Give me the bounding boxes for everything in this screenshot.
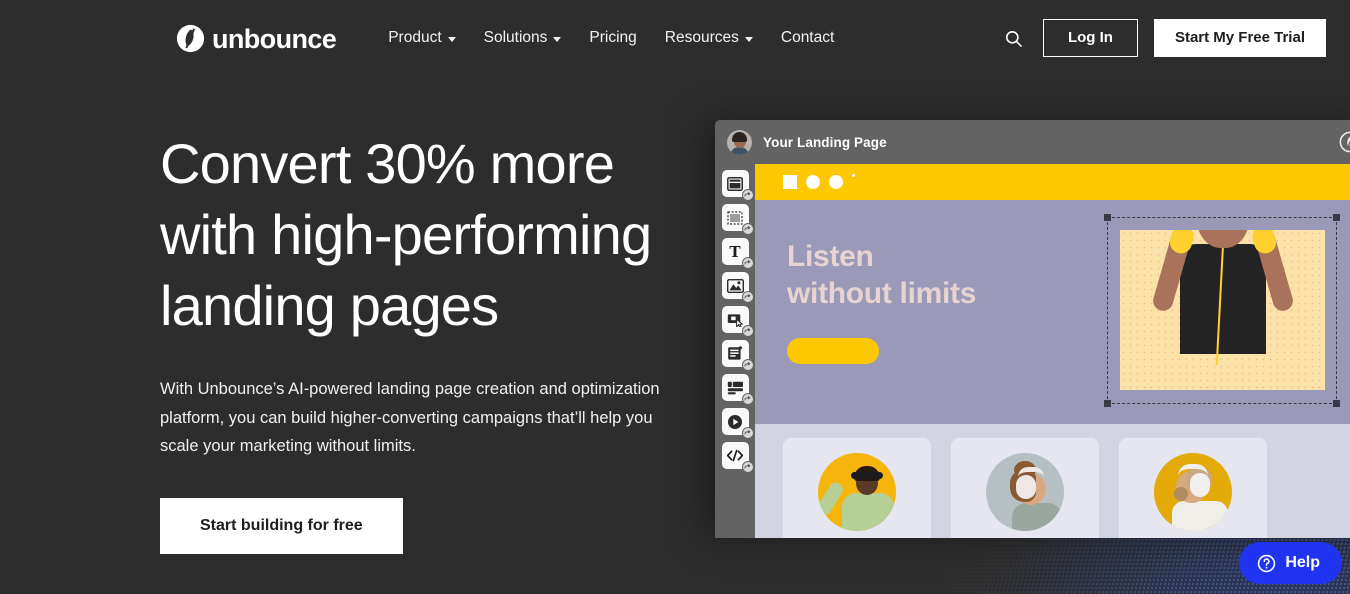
builder-tool-rail: T (715, 164, 755, 538)
image-mountain-icon (726, 278, 744, 293)
nav-item-resources[interactable]: Resources (651, 21, 767, 55)
form-tool[interactable] (721, 340, 754, 371)
unbounce-logo-icon (176, 24, 205, 52)
section-icon (727, 176, 743, 191)
navbar-circle-shape-1 (806, 175, 820, 189)
builder-mockup: Your Landing Page T Listen without limit… (715, 120, 1350, 538)
page-root: unbounce Product Solutions Pricing Resou… (0, 0, 1350, 594)
text-T-icon: T (729, 244, 741, 259)
nav-item-pricing[interactable]: Pricing (575, 21, 650, 55)
search-button[interactable] (1001, 25, 1027, 51)
code-tool[interactable] (721, 442, 754, 473)
hero-section: Convert 30% more with high-performing la… (160, 128, 680, 555)
tool-badge (741, 223, 754, 235)
nav-item-contact[interactable]: Contact (767, 21, 848, 55)
video-play-icon (728, 414, 742, 429)
card-avatar-woman-headphones (986, 453, 1064, 531)
nav-item-product[interactable]: Product (374, 21, 469, 55)
tool-badge (741, 325, 754, 337)
canvas-card-3[interactable] (1119, 438, 1267, 538)
resize-handle-bottom-left[interactable] (1104, 400, 1111, 407)
navbar-circle-shape-2 (829, 175, 843, 189)
login-button[interactable]: Log In (1042, 18, 1138, 58)
button-tool[interactable] (721, 306, 754, 337)
navbar-square-shape (783, 175, 797, 189)
selected-image-element[interactable] (1104, 214, 1340, 407)
brand-logo[interactable]: unbounce (176, 23, 337, 54)
question-mark-circle-icon (1258, 554, 1276, 572)
resize-handle-bottom-right[interactable] (1333, 400, 1340, 407)
image-tool[interactable] (721, 272, 754, 303)
tool-badge (741, 189, 754, 201)
tool-badge (741, 393, 754, 405)
dashed-box-icon (727, 210, 743, 225)
tool-badge (741, 291, 754, 303)
tool-badge (741, 427, 754, 439)
nav-actions: Log In Start My Free Trial (1001, 18, 1326, 58)
tool-badge (741, 257, 754, 269)
button-cursor-icon (727, 313, 744, 327)
canvas-headline-line-1: Listen (787, 240, 874, 273)
avatar (727, 129, 752, 155)
selection-outline (1104, 214, 1340, 407)
brand-name: unbounce (212, 23, 337, 54)
nav-item-product-label: Product (388, 29, 442, 46)
navbar-dot-shape (852, 174, 855, 177)
canvas-yellow-navbar (755, 164, 1350, 200)
nav-item-resources-label: Resources (664, 29, 739, 46)
chevron-down-icon (744, 36, 753, 42)
tool-badge (741, 461, 754, 473)
builder-canvas[interactable]: Listen without limits (755, 164, 1350, 538)
tool-badge (741, 359, 754, 371)
svg-text:T: T (729, 244, 741, 259)
canvas-card-1[interactable] (783, 438, 931, 538)
search-icon (1006, 30, 1023, 47)
form-icon (728, 346, 742, 360)
box-tool[interactable] (721, 204, 754, 235)
hero-title-line-3: landing pages (160, 274, 499, 338)
chevron-down-icon (447, 36, 456, 42)
main-navbar: unbounce Product Solutions Pricing Resou… (0, 0, 1350, 76)
text-tool[interactable]: T (721, 238, 754, 269)
nav-item-pricing-label: Pricing (589, 29, 637, 46)
resize-handle-top-right[interactable] (1333, 214, 1340, 221)
canvas-card-2[interactable] (951, 438, 1099, 538)
nav-item-solutions-label: Solutions (483, 29, 548, 46)
canvas-cards-band (755, 424, 1350, 538)
resize-handle-top-left[interactable] (1104, 214, 1111, 221)
unbounce-logo-icon (1339, 131, 1350, 153)
builder-page-title: Your Landing Page (763, 134, 887, 150)
canvas-headline-line-2: without limits (787, 277, 977, 311)
hero-title: Convert 30% more with high-performing la… (160, 128, 680, 341)
builder-body: T Listen without limits (715, 164, 1350, 538)
section-tool[interactable] (721, 170, 754, 201)
nav-links: Product Solutions Pricing Resources Cont… (374, 21, 848, 55)
nav-item-contact-label: Contact (780, 29, 835, 46)
chevron-down-icon (553, 36, 562, 42)
video-tool[interactable] (721, 408, 754, 439)
card-avatar-dancing-woman (818, 453, 896, 531)
help-button-label: Help (1285, 554, 1320, 571)
nav-item-solutions[interactable]: Solutions (470, 21, 576, 55)
canvas-cta-button[interactable] (787, 338, 879, 365)
hero-title-line-1: Convert 30% more (160, 132, 615, 195)
list-layout-icon (727, 381, 743, 394)
start-building-button[interactable]: Start building for free (160, 498, 403, 555)
hero-title-line-2: with high-performing (160, 203, 652, 267)
card-avatar-man-headphones (1154, 453, 1232, 531)
help-button[interactable]: Help (1239, 542, 1342, 584)
canvas-hero-band: Listen without limits (755, 200, 1350, 424)
hero-subtitle: With Unbounce’s AI-powered landing page … (160, 380, 660, 456)
list-tool[interactable] (721, 374, 754, 405)
code-brackets-icon (726, 449, 744, 462)
start-free-trial-button[interactable]: Start My Free Trial (1153, 18, 1326, 58)
builder-topbar: Your Landing Page (715, 120, 1350, 164)
